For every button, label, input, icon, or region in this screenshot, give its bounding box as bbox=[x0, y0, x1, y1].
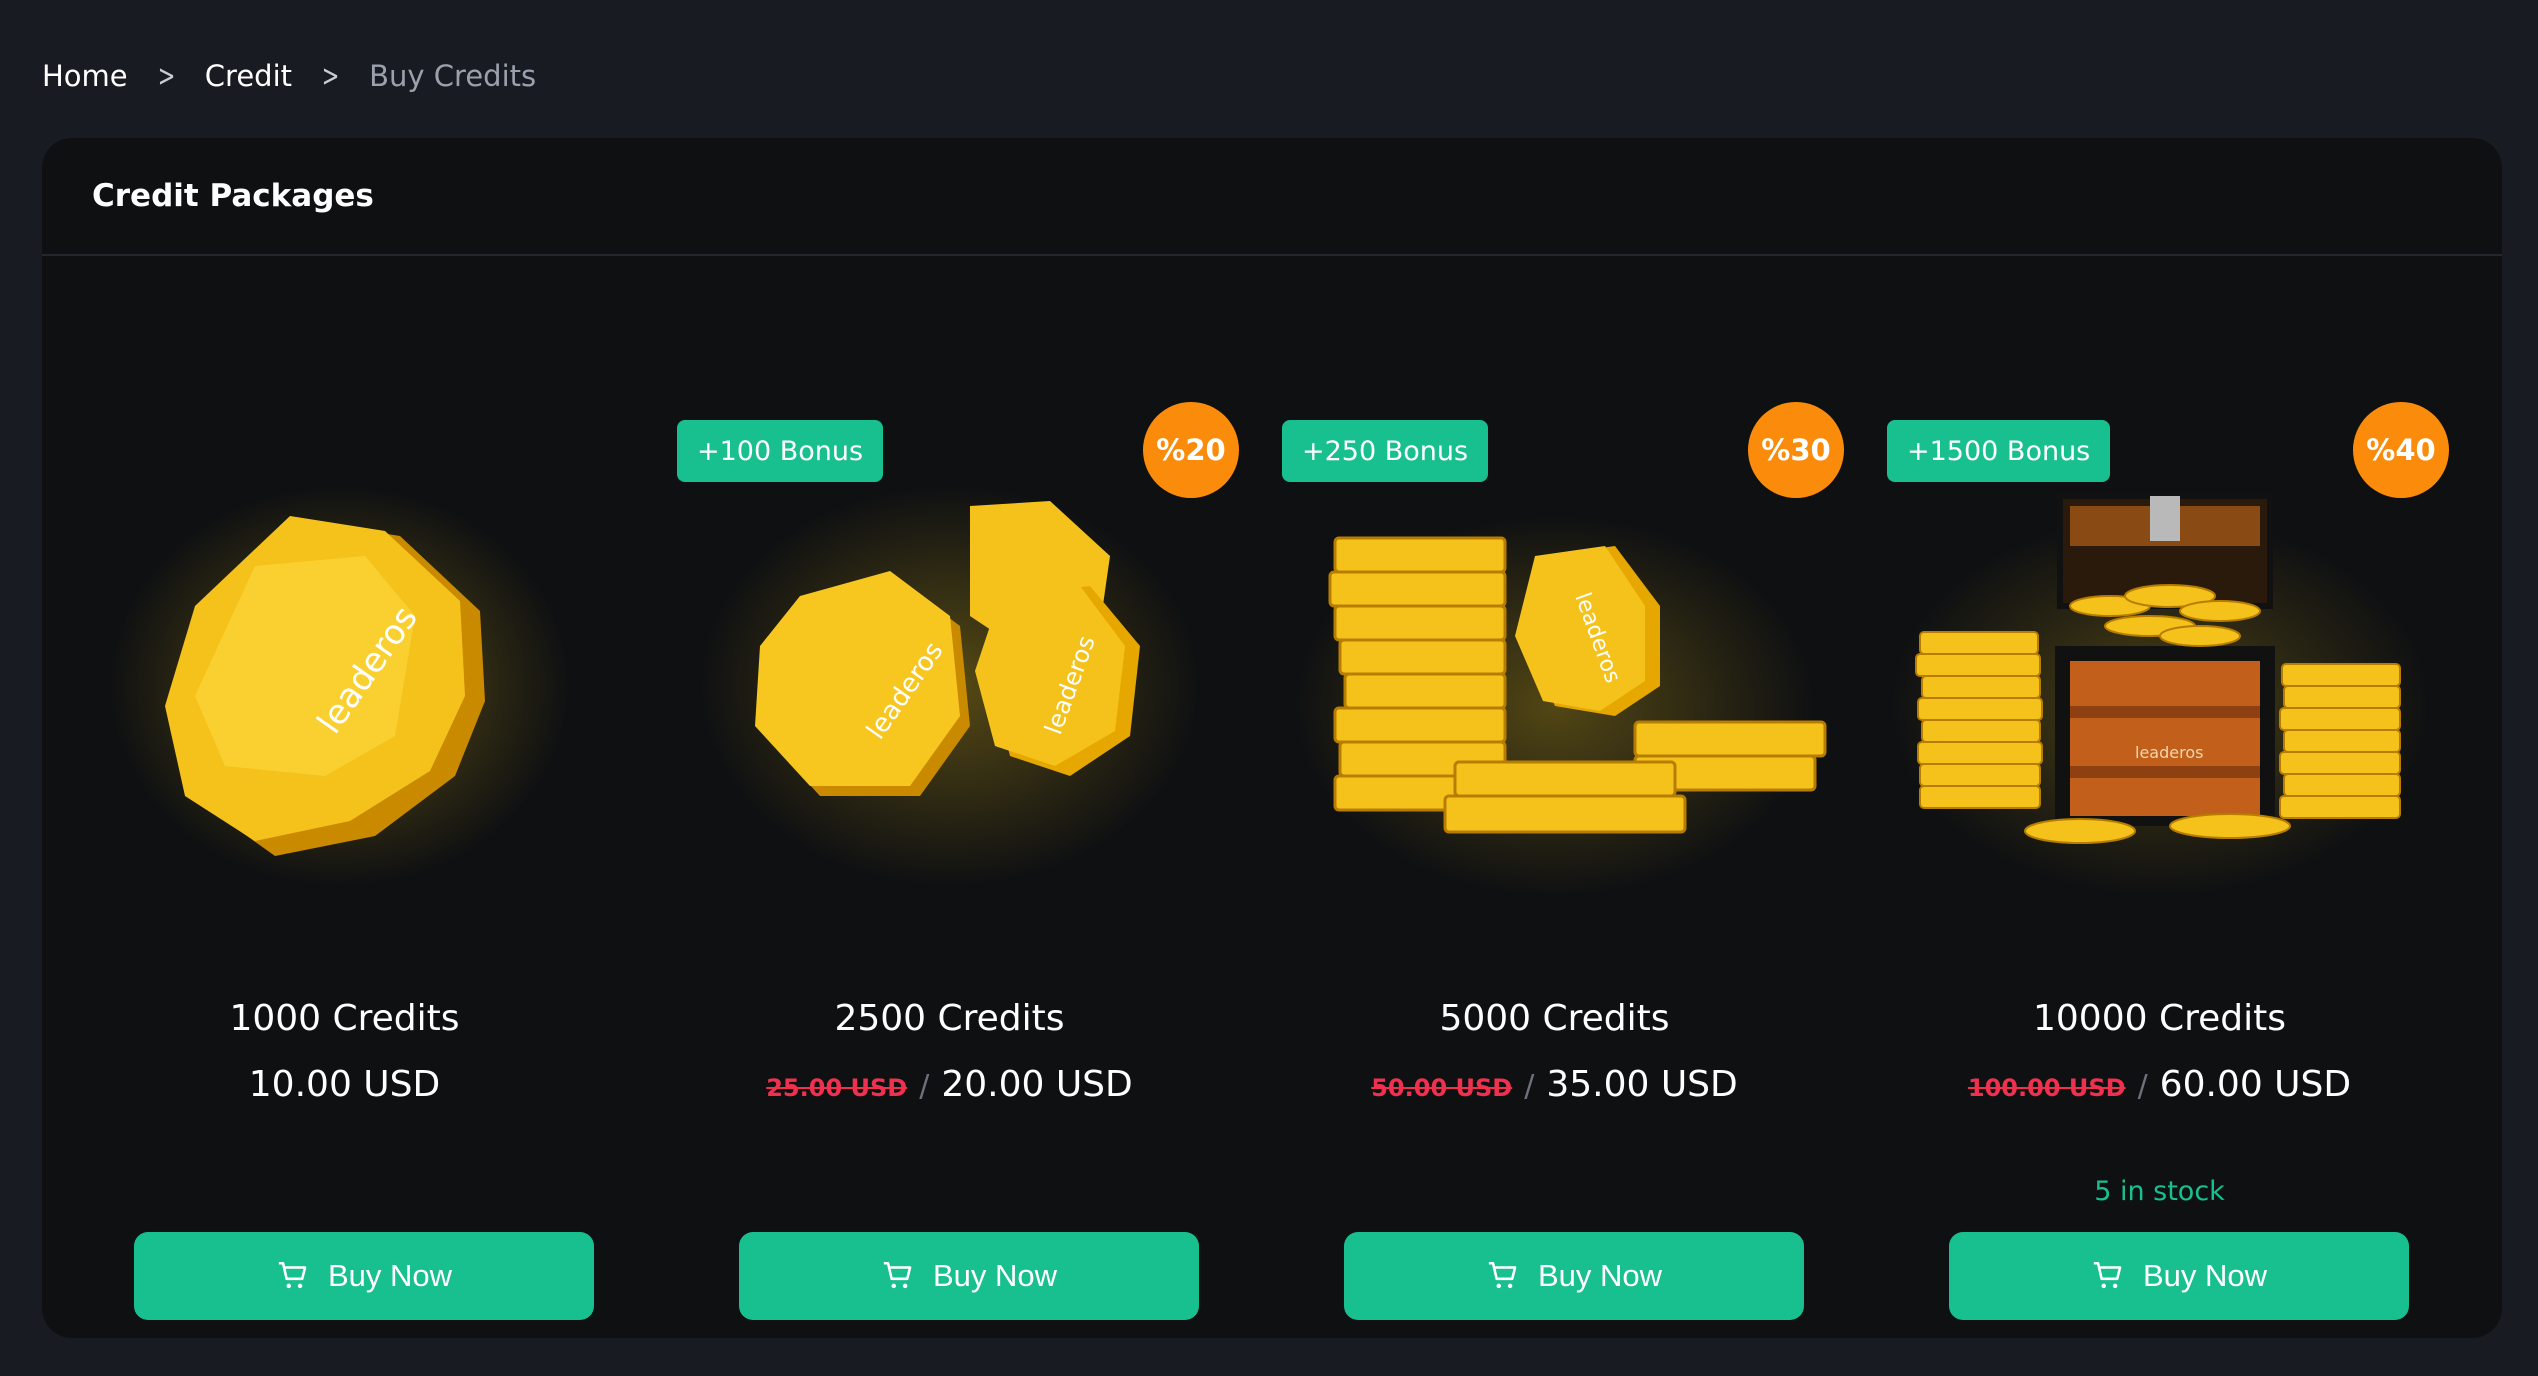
gold-coin-stacks-image: leaderos bbox=[1294, 516, 1826, 896]
bonus-badge: +100 Bonus bbox=[677, 420, 884, 482]
stock-indicator: 5 in stock bbox=[2094, 1176, 2225, 1207]
buy-now-button[interactable]: Buy Now bbox=[134, 1232, 594, 1320]
card-title: Credit Packages bbox=[42, 138, 2502, 256]
buy-now-button[interactable]: Buy Now bbox=[739, 1232, 1199, 1320]
package-name: 2500 Credits bbox=[834, 998, 1065, 1039]
package-card: +100 Bonus %20 leaderos leaderos 2500 Cr… bbox=[647, 256, 1252, 1336]
old-price: 25.00 USD bbox=[766, 1074, 908, 1102]
buy-now-label: Buy Now bbox=[932, 1258, 1058, 1293]
price-separator: / bbox=[1524, 1069, 1535, 1104]
package-name: 1000 Credits bbox=[229, 998, 460, 1039]
package-price: 100.00 USD / 60.00 USD bbox=[1857, 1064, 2462, 1105]
package-price: 25.00 USD / 20.00 USD bbox=[647, 1064, 1252, 1105]
leaderos-logo: leaderos bbox=[2135, 743, 2203, 762]
single-gold-coin-image: leaderos bbox=[109, 486, 570, 886]
current-price: 20.00 USD bbox=[941, 1064, 1133, 1105]
buy-now-label: Buy Now bbox=[2142, 1258, 2268, 1293]
old-price: 50.00 USD bbox=[1371, 1074, 1513, 1102]
chevron-right-icon: > bbox=[321, 58, 340, 94]
price-separator: / bbox=[919, 1069, 930, 1104]
package-price: 10.00 USD bbox=[42, 1064, 647, 1105]
package-card: +250 Bonus %30 leaderos 5000 Credits 50.… bbox=[1252, 256, 1857, 1336]
buy-now-button[interactable]: Buy Now bbox=[1344, 1232, 1804, 1320]
buy-now-label: Buy Now bbox=[1537, 1258, 1663, 1293]
breadcrumb: Home > Credit > Buy Credits bbox=[42, 50, 536, 102]
bonus-badge: +1500 Bonus bbox=[1887, 420, 2111, 482]
package-price: 50.00 USD / 35.00 USD bbox=[1252, 1064, 1857, 1105]
current-price: 60.00 USD bbox=[2159, 1064, 2352, 1105]
breadcrumb-buy-credits: Buy Credits bbox=[369, 59, 537, 93]
chevron-right-icon: > bbox=[157, 58, 176, 94]
current-price: 35.00 USD bbox=[1546, 1064, 1738, 1105]
old-price: 100.00 USD bbox=[1967, 1074, 2126, 1102]
package-card: leaderos 1000 Credits 10.00 USD Buy Now bbox=[42, 256, 647, 1336]
bonus-badge: +250 Bonus bbox=[1282, 420, 1489, 482]
treasure-chest-image: leaderos bbox=[1889, 493, 2430, 896]
cart-icon bbox=[2093, 1261, 2122, 1289]
package-card: +1500 Bonus %40 leaderos 10000 Credits 1… bbox=[1857, 256, 2462, 1336]
credit-packages-card: Credit Packages leaderos 1000 Credits 10 bbox=[42, 138, 2502, 1338]
breadcrumb-credit[interactable]: Credit bbox=[205, 59, 292, 93]
buy-now-button[interactable]: Buy Now bbox=[1949, 1232, 2409, 1320]
cart-icon bbox=[278, 1261, 307, 1289]
cart-icon bbox=[883, 1261, 912, 1289]
price-separator: / bbox=[2137, 1069, 2148, 1104]
breadcrumb-home[interactable]: Home bbox=[42, 59, 128, 93]
current-price: 10.00 USD bbox=[248, 1064, 441, 1105]
package-grid: leaderos 1000 Credits 10.00 USD Buy Now … bbox=[42, 256, 2502, 1336]
package-name: 5000 Credits bbox=[1439, 998, 1670, 1039]
buy-now-label: Buy Now bbox=[327, 1258, 453, 1293]
package-name: 10000 Credits bbox=[2033, 998, 2286, 1039]
cart-icon bbox=[1488, 1261, 1517, 1289]
three-gold-coins-image: leaderos leaderos bbox=[699, 486, 1200, 886]
